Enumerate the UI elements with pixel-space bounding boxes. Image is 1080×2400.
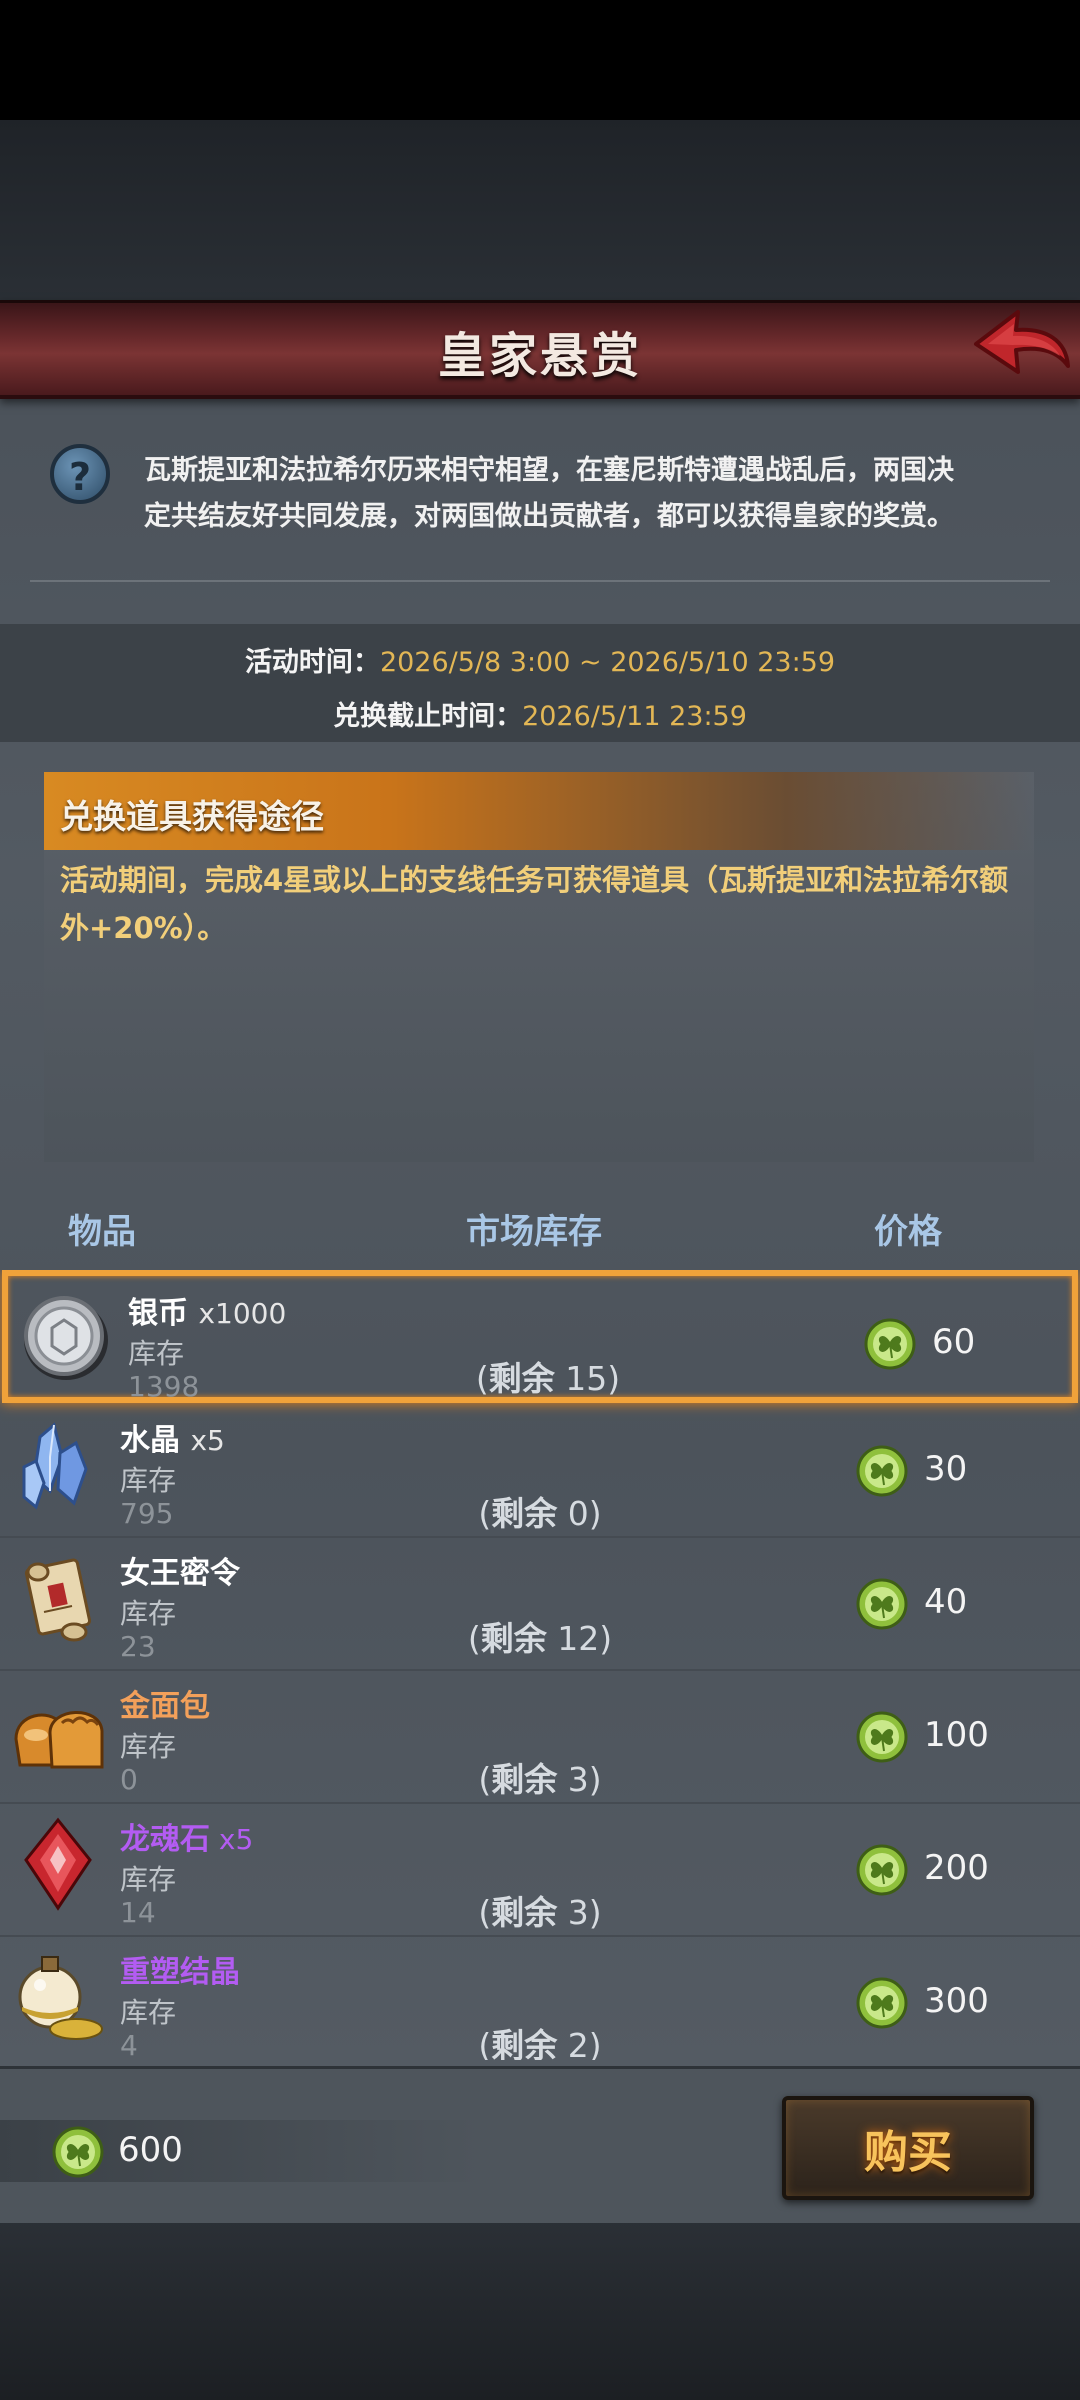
- list-item[interactable]: 女王密令 库存 23 (剩余 12) 40: [0, 1536, 1080, 1671]
- list-item[interactable]: 龙魂石 x5 库存 14 (剩余 3) 200: [0, 1802, 1080, 1937]
- stock-value: 4: [120, 2029, 138, 2060]
- item-name: 银币 x1000: [128, 1296, 287, 1331]
- stock-label: 库存: [120, 1730, 177, 1763]
- deadline-row: 兑换截止时间：2026/5/11 23:59: [0, 694, 1080, 733]
- page-title: 皇家悬赏: [437, 328, 642, 384]
- stock-value: 23: [120, 1630, 156, 1663]
- bread-icon: [14, 1711, 104, 1769]
- remaining-stock: (剩余 0): [478, 1494, 602, 1533]
- item-price: 30: [924, 1449, 968, 1489]
- column-stock: 市场库存: [466, 1212, 602, 1252]
- back-arrow-icon: [974, 310, 1070, 374]
- stock-label: 库存: [120, 1597, 177, 1630]
- silver-coin-icon: [24, 1296, 108, 1380]
- list-item[interactable]: 水晶 x5 库存 795 (剩余 0) 30: [0, 1403, 1080, 1538]
- item-name: 水晶 x5: [120, 1423, 225, 1458]
- background-top: [0, 120, 1080, 300]
- item-price: 40: [924, 1582, 968, 1622]
- remaining-stock: (剩余 3): [478, 1893, 602, 1932]
- stock-value: 795: [120, 1497, 174, 1530]
- remaining-stock: (剩余 15): [475, 1359, 621, 1398]
- column-item: 物品: [68, 1212, 136, 1252]
- stock-label: 库存: [120, 1464, 177, 1497]
- potion-icon: [18, 1956, 103, 2040]
- clover-coin-icon: [52, 2126, 104, 2178]
- item-name: 金面包: [120, 1689, 210, 1724]
- background-bottom: [0, 2220, 1080, 2400]
- list-item[interactable]: 金面包 库存 0 (剩余 3) 100: [0, 1669, 1080, 1804]
- item-name: 女王密令: [120, 1556, 240, 1591]
- clover-coin-icon: [856, 1977, 908, 2029]
- red-gem-icon: [24, 1817, 92, 1911]
- item-name: 重塑结晶: [120, 1955, 240, 1990]
- stock-value: 14: [120, 1896, 156, 1929]
- event-time-label: 活动时间：: [244, 647, 380, 678]
- currency-balance: 600: [118, 2130, 183, 2170]
- buy-button-label[interactable]: 购买: [782, 2116, 1034, 2180]
- remaining-stock: (剩余 12): [467, 1619, 613, 1658]
- stock-value: 1398: [128, 1370, 200, 1403]
- crystal-icon: [22, 1422, 88, 1510]
- clover-coin-icon: [864, 1318, 916, 1370]
- help-icon[interactable]: ?: [50, 444, 110, 504]
- event-description: 瓦斯提亚和法拉希尔历来相守相望，在塞尼斯特遭遇战乱后，两国决定共结友好共同发展，…: [144, 455, 954, 532]
- item-name: 龙魂石 x5: [120, 1822, 254, 1857]
- list-item[interactable]: 银币 x1000 库存 1398 (剩余 15) 60: [2, 1270, 1078, 1403]
- stock-label: 库存: [120, 1863, 177, 1896]
- clover-coin-icon: [856, 1578, 908, 1630]
- divider: [30, 580, 1050, 582]
- item-list[interactable]: 银币 x1000 库存 1398 (剩余 15) 60 水晶 x5 库存 795…: [0, 1270, 1080, 2060]
- event-time-value: 2026/5/8 3:00 ~ 2026/5/10 23:59: [379, 647, 836, 678]
- item-price: 200: [924, 1848, 989, 1888]
- remaining-stock: (剩余 3): [478, 1760, 602, 1799]
- item-price: 300: [924, 1981, 989, 2021]
- clover-coin-icon: [856, 1711, 908, 1763]
- scroll-icon: [24, 1558, 92, 1642]
- remaining-stock: (剩余 2): [478, 2026, 602, 2060]
- list-item[interactable]: 重塑结晶 库存 4 (剩余 2) 300: [0, 1935, 1080, 2060]
- acquire-text: 活动期间，完成4星或以上的支线任务可获得道具（瓦斯提亚和法拉希尔额外+20%）。: [60, 863, 1009, 945]
- stock-label: 库存: [128, 1337, 185, 1370]
- event-time-row: 活动时间：2026/5/8 3:00 ~ 2026/5/10 23:59: [0, 640, 1080, 679]
- deadline-label: 兑换截止时间：: [333, 701, 523, 732]
- deadline-value: 2026/5/11 23:59: [522, 701, 747, 732]
- clover-coin-icon: [856, 1844, 908, 1896]
- item-price: 60: [932, 1322, 976, 1362]
- back-button[interactable]: [968, 304, 1074, 384]
- item-price: 100: [924, 1715, 989, 1755]
- column-price: 价格: [874, 1212, 942, 1252]
- acquire-title: 兑换道具获得途径: [60, 797, 324, 836]
- status-area: [0, 0, 1080, 120]
- stock-label: 库存: [120, 1996, 177, 2029]
- stock-value: 0: [120, 1763, 138, 1796]
- clover-coin-icon: [856, 1445, 908, 1497]
